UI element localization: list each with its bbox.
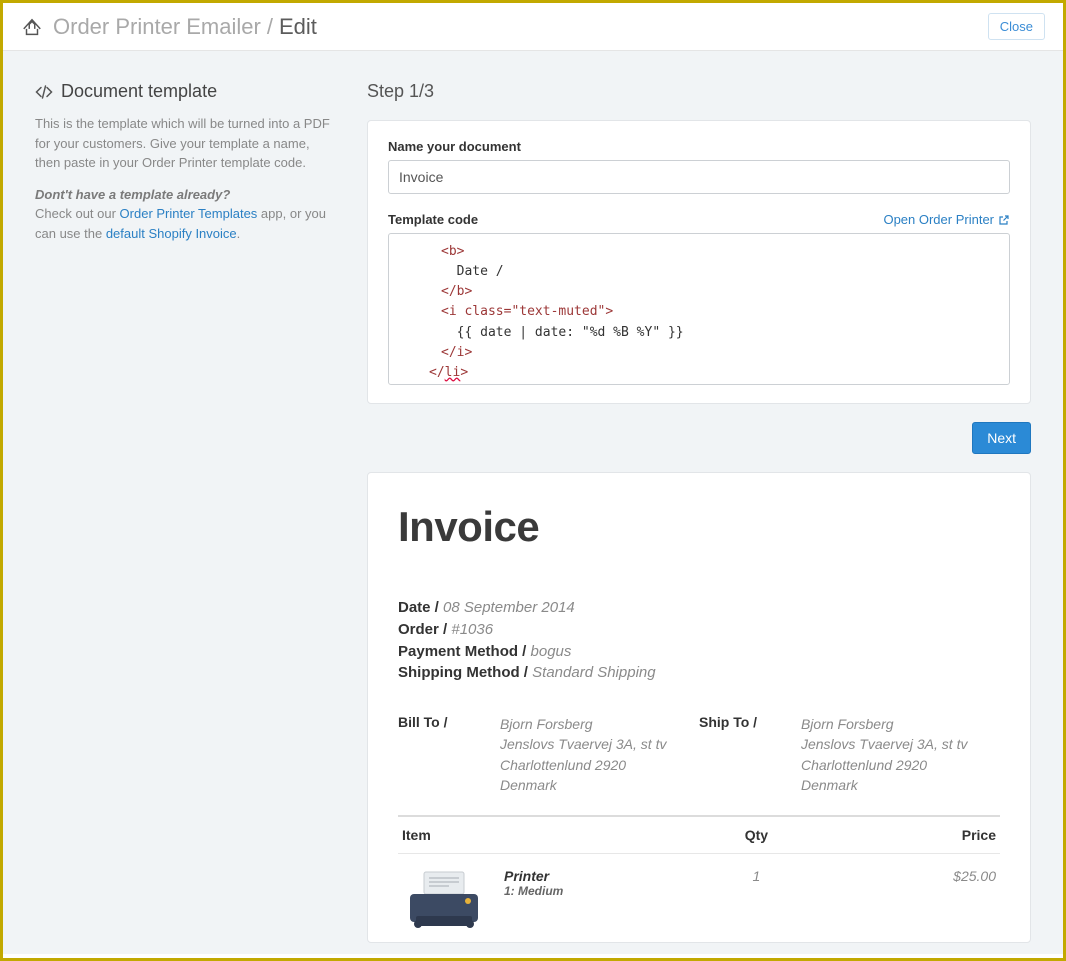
invoice-meta-row: Payment Method / bogus [398,641,1000,663]
line-items-table: Item Qty Price Printer1: Medium1$25.00 [398,815,1000,942]
invoice-meta-row: Shipping Method / Standard Shipping [398,662,1000,684]
top-bar: Order Printer Emailer / Edit Close [3,3,1063,51]
bill-to-value: Bjorn ForsbergJenslovs Tvaervej 3A, st t… [500,714,699,795]
open-order-printer-text: Open Order Printer [883,212,994,227]
printer-icon [402,868,486,928]
name-label: Name your document [388,139,1010,154]
next-button[interactable]: Next [972,422,1031,454]
invoice-title: Invoice [398,503,1000,551]
th-price: Price [814,816,1000,854]
table-row: Printer1: Medium1$25.00 [398,854,1000,943]
open-order-printer-link[interactable]: Open Order Printer [883,212,1010,227]
sidebar-help-pre: Check out our [35,206,120,221]
breadcrumb-current: Edit [279,14,317,40]
address-row: Bill To / Bjorn ForsbergJenslovs Tvaerve… [398,714,1000,795]
breadcrumb-root[interactable]: Order Printer Emailer [53,14,261,40]
sidebar-help: Dont't have a template already? Check ou… [35,185,335,244]
page-body: Document template This is the template w… [3,51,1063,954]
ship-to-value: Bjorn ForsbergJenslovs Tvaervej 3A, st t… [801,714,1000,795]
th-item: Item [398,816,699,854]
document-name-input[interactable] [388,160,1010,194]
external-link-icon [998,214,1010,226]
code-group: Template code Open Order Printer <b> Dat… [388,212,1010,385]
sidebar-no-template: Dont't have a template already? [35,187,230,202]
form-panel: Name your document Template code Open Or… [367,120,1031,404]
code-label: Template code [388,212,478,227]
app-logo-icon [21,16,43,38]
template-code-textarea[interactable]: <b> Date /</b><i class="text-muted"> {{ … [388,233,1010,385]
default-shopify-invoice-link[interactable]: default Shopify Invoice [106,226,237,241]
main-column: Step 1/3 Name your document Template cod… [367,81,1031,954]
order-printer-templates-link[interactable]: Order Printer Templates [120,206,258,221]
breadcrumb-sep: / [267,14,273,40]
bill-to-label: Bill To / [398,714,500,795]
ship-to-label: Ship To / [699,714,801,795]
next-row: Next [367,422,1031,454]
name-group: Name your document [388,139,1010,194]
preview-panel: Invoice Date / 08 September 2014Order / … [367,472,1031,943]
sidebar-heading-text: Document template [61,81,217,102]
sidebar: Document template This is the template w… [35,81,335,954]
step-label: Step 1/3 [367,81,1031,102]
invoice-meta-list: Date / 08 September 2014Order / #1036Pay… [398,597,1000,684]
sidebar-heading: Document template [35,81,335,102]
invoice-meta-row: Order / #1036 [398,619,1000,641]
close-button[interactable]: Close [988,13,1045,40]
sidebar-desc: This is the template which will be turne… [35,114,335,173]
breadcrumb: Order Printer Emailer / Edit [21,14,317,40]
th-qty: Qty [699,816,814,854]
code-icon [35,83,53,101]
invoice-meta-row: Date / 08 September 2014 [398,597,1000,619]
sidebar-help-post: . [237,226,241,241]
